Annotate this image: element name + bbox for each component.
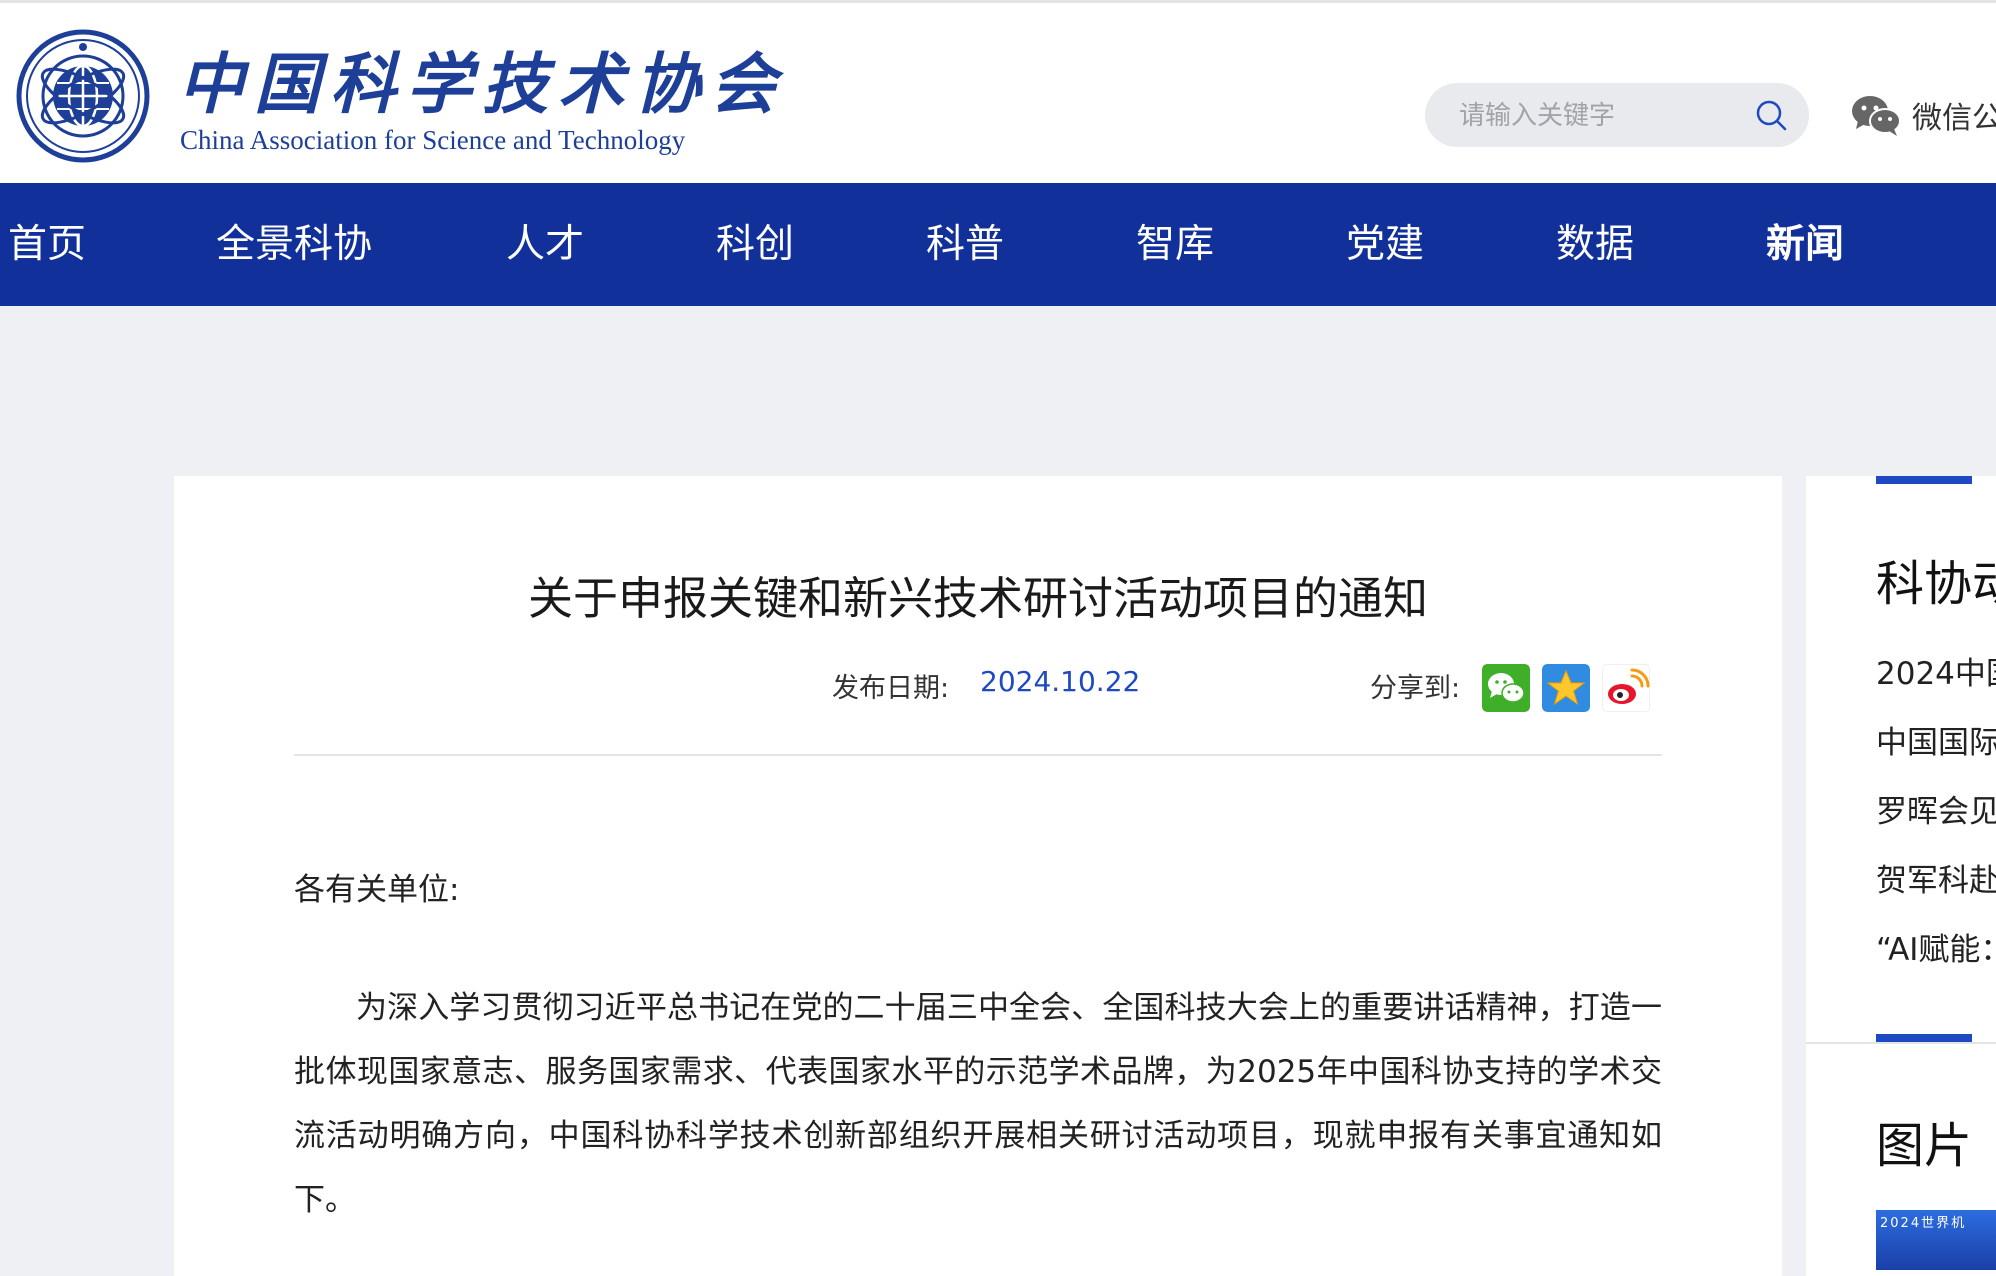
section-accent-bar	[1876, 1034, 1972, 1042]
nav-item-data[interactable]: 数据	[1556, 183, 1634, 306]
logo-chinese-name[interactable]: 中国科学技术协会	[178, 31, 786, 127]
share-wechat-button[interactable]	[1482, 664, 1530, 712]
share-label: 分享到:	[1370, 673, 1461, 704]
publish-date: 2024.10.22	[980, 665, 1141, 698]
nav-item-home[interactable]: 首页	[8, 183, 86, 306]
sidebar-news-item[interactable]: 中国国际	[1876, 717, 1996, 762]
sidebar: 科协动 2024中国 中国国际 罗晖会见 贺军科赴 “AI赋能： 图片 2024…	[1806, 476, 1996, 1276]
share-weibo-button[interactable]	[1602, 664, 1650, 712]
nav-item-innovation[interactable]: 科创	[716, 183, 794, 306]
nav-item-overview[interactable]: 全景科协	[216, 183, 372, 306]
share-qzone-button[interactable]	[1542, 664, 1590, 712]
title-divider	[294, 754, 1662, 756]
sidebar-news-item[interactable]: 罗晖会见	[1876, 786, 1996, 831]
logo-english-name[interactable]: China Association for Science and Techno…	[180, 125, 685, 156]
sidebar-news-title[interactable]: 科协动	[1876, 544, 1996, 614]
sidebar-divider	[1806, 1042, 1996, 1044]
sidebar-pictures-title[interactable]: 图片	[1876, 1106, 1972, 1176]
nav-item-news[interactable]: 新闻	[1766, 183, 1844, 306]
salutation: 各有关单位:	[294, 872, 460, 908]
section-accent-bar	[1876, 476, 1972, 484]
picture-caption: 2024世界机	[1880, 1216, 1967, 1231]
search-box	[1425, 83, 1809, 149]
article-title: 关于申报关键和新兴技术研讨活动项目的通知	[527, 572, 1428, 625]
nav-item-popular-science[interactable]: 科普	[926, 183, 1004, 306]
wechat-account-link[interactable]: 微信公	[1850, 89, 1996, 141]
search-input[interactable]	[1457, 83, 1751, 149]
publish-date-label: 发布日期:	[832, 673, 950, 704]
nav-item-party[interactable]: 党建	[1346, 183, 1424, 306]
search-icon[interactable]	[1753, 97, 1789, 133]
qzone-icon	[1542, 664, 1590, 712]
wechat-icon	[1482, 664, 1530, 712]
article-paragraph: 为深入学习贯彻习近平总书记在党的二十届三中全会、全国科技大会上的重要讲话精神，打…	[294, 990, 1662, 1218]
nav-item-think-tank[interactable]: 智库	[1136, 183, 1214, 306]
main-nav: 首页 全景科协 人才 科创 科普 智库 党建 数据 新闻	[0, 183, 1996, 306]
article-card: 关于申报关键和新兴技术研讨活动项目的通知 发布日期: 2024.10.22 分享…	[174, 476, 1782, 1276]
sidebar-news-item[interactable]: 贺军科赴	[1876, 855, 1996, 900]
cast-emblem-icon[interactable]	[16, 29, 150, 163]
sidebar-news-item[interactable]: 2024中国	[1876, 648, 1996, 693]
wechat-label: 微信公	[1912, 101, 1996, 136]
sidebar-news-item[interactable]: “AI赋能：	[1876, 924, 1996, 969]
wechat-icon	[1852, 96, 1901, 136]
nav-item-talent[interactable]: 人才	[506, 183, 584, 306]
sidebar-picture-thumbnail[interactable]: 2024世界机	[1876, 1210, 1996, 1270]
weibo-icon	[1602, 664, 1650, 712]
site-header: 中国科学技术协会 China Association for Science a…	[0, 0, 1996, 183]
